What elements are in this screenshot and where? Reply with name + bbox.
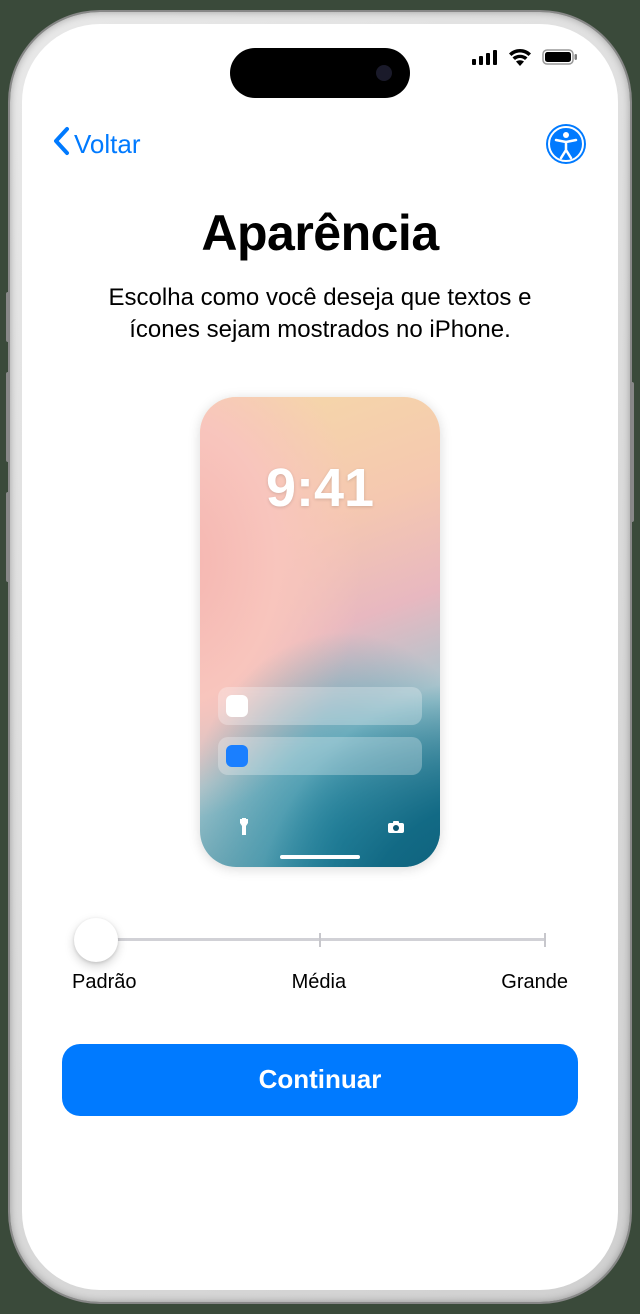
accessibility-button[interactable] (544, 122, 588, 166)
preview-widgets (218, 687, 422, 787)
slider-label-large: Grande (501, 971, 568, 994)
device-frame: Voltar Aparência Escolha como você desej… (10, 12, 630, 1302)
device-action-button (6, 292, 10, 342)
device-side-button (630, 382, 634, 522)
slider-labels: Padrão Média Grande (72, 971, 568, 994)
page-title: Aparência (201, 204, 438, 262)
size-slider-section: Padrão Média Grande (62, 915, 578, 994)
chevron-left-icon (52, 126, 70, 163)
preview-bottom-icons (200, 815, 440, 839)
continue-button[interactable]: Continuar (62, 1044, 578, 1116)
device-volume-up (6, 372, 10, 462)
preview-time: 9:41 (200, 457, 440, 519)
content: Aparência Escolha como você deseja que t… (22, 174, 618, 1116)
screen: Voltar Aparência Escolha como você desej… (22, 24, 618, 1290)
battery-icon (542, 48, 578, 71)
back-label: Voltar (74, 129, 141, 160)
slider-label-medium: Média (292, 971, 346, 994)
preview-widget-icon (226, 745, 248, 767)
cellular-signal-icon (472, 49, 498, 70)
slider-tick (544, 933, 546, 947)
device-volume-down (6, 492, 10, 582)
preview-widget (218, 737, 422, 775)
preview-widget-icon (226, 695, 248, 717)
subtitle: Escolha como você deseja que textos e íc… (80, 282, 560, 347)
slider-tick (319, 933, 321, 947)
dynamic-island (230, 48, 410, 98)
back-button[interactable]: Voltar (52, 126, 141, 163)
wifi-icon (508, 48, 532, 71)
appearance-preview: 9:41 (200, 397, 440, 867)
preview-widget (218, 687, 422, 725)
camera-icon (384, 815, 408, 839)
size-slider[interactable] (72, 915, 568, 965)
slider-thumb[interactable] (74, 918, 118, 962)
preview-home-indicator (280, 855, 360, 859)
flashlight-icon (232, 815, 256, 839)
slider-label-default: Padrão (72, 971, 137, 994)
